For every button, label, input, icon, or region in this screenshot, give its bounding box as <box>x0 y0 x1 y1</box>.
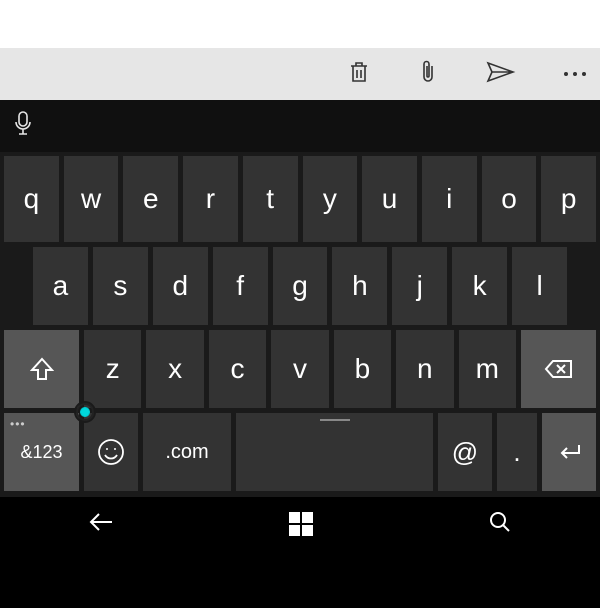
key-w[interactable]: w <box>64 156 119 242</box>
backspace-icon <box>544 358 574 380</box>
keyboard-row-2: asdfghjkl <box>4 247 596 325</box>
key-m[interactable]: m <box>459 330 516 408</box>
start-button[interactable] <box>289 512 313 536</box>
app-content-area <box>0 0 600 48</box>
emoji-icon <box>97 438 125 466</box>
key-z[interactable]: z <box>84 330 141 408</box>
keyboard-row-3: zxcvbnm <box>4 330 596 408</box>
key-a[interactable]: a <box>33 247 88 325</box>
send-icon <box>486 61 516 83</box>
key-u[interactable]: u <box>362 156 417 242</box>
key-h[interactable]: h <box>332 247 387 325</box>
key-d[interactable]: d <box>153 247 208 325</box>
more-icon <box>564 72 568 76</box>
key-c[interactable]: c <box>209 330 266 408</box>
at-key[interactable]: @ <box>438 413 492 491</box>
voice-input-button[interactable] <box>12 110 34 143</box>
back-icon <box>88 512 114 532</box>
key-n[interactable]: n <box>396 330 453 408</box>
key-j[interactable]: j <box>392 247 447 325</box>
key-b[interactable]: b <box>334 330 391 408</box>
key-i[interactable]: i <box>422 156 477 242</box>
keyboard-row-4: ••• &123 .com @ . <box>4 413 596 491</box>
emoji-key[interactable] <box>84 413 138 491</box>
system-nav-bar <box>0 497 600 551</box>
send-button[interactable] <box>486 61 516 88</box>
enter-icon <box>555 441 583 463</box>
microphone-icon <box>12 110 34 138</box>
key-v[interactable]: v <box>271 330 328 408</box>
key-g[interactable]: g <box>273 247 328 325</box>
key-q[interactable]: q <box>4 156 59 242</box>
search-button[interactable] <box>488 510 512 539</box>
key-x[interactable]: x <box>146 330 203 408</box>
on-screen-keyboard: qwertyuiop asdfghjkl zxcvbnm ••• &123 <box>0 152 600 497</box>
key-p[interactable]: p <box>541 156 596 242</box>
key-k[interactable]: k <box>452 247 507 325</box>
space-key[interactable] <box>236 413 433 491</box>
key-s[interactable]: s <box>93 247 148 325</box>
attach-button[interactable] <box>418 59 438 90</box>
windows-start-icon <box>289 512 313 536</box>
numbers-symbols-label: &123 <box>20 442 62 463</box>
app-command-bar <box>0 48 600 100</box>
paperclip-icon <box>418 59 438 85</box>
back-button[interactable] <box>88 512 114 537</box>
period-key[interactable]: . <box>497 413 537 491</box>
key-y[interactable]: y <box>303 156 358 242</box>
delete-button[interactable] <box>348 60 370 89</box>
more-button[interactable] <box>564 72 586 76</box>
key-r[interactable]: r <box>183 156 238 242</box>
numbers-symbols-key[interactable]: ••• &123 <box>4 413 79 491</box>
key-e[interactable]: e <box>123 156 178 242</box>
key-o[interactable]: o <box>482 156 537 242</box>
backspace-key[interactable] <box>521 330 596 408</box>
shift-icon <box>30 356 54 382</box>
shift-key[interactable] <box>4 330 79 408</box>
dotcom-key[interactable]: .com <box>143 413 231 491</box>
keyboard-suggestion-strip <box>0 100 600 152</box>
trash-icon <box>348 60 370 84</box>
enter-key[interactable] <box>542 413 596 491</box>
keyboard-row-1: qwertyuiop <box>4 156 596 242</box>
cursor-control-nub[interactable] <box>74 401 96 423</box>
key-f[interactable]: f <box>213 247 268 325</box>
search-icon <box>488 510 512 534</box>
key-l[interactable]: l <box>512 247 567 325</box>
key-t[interactable]: t <box>243 156 298 242</box>
